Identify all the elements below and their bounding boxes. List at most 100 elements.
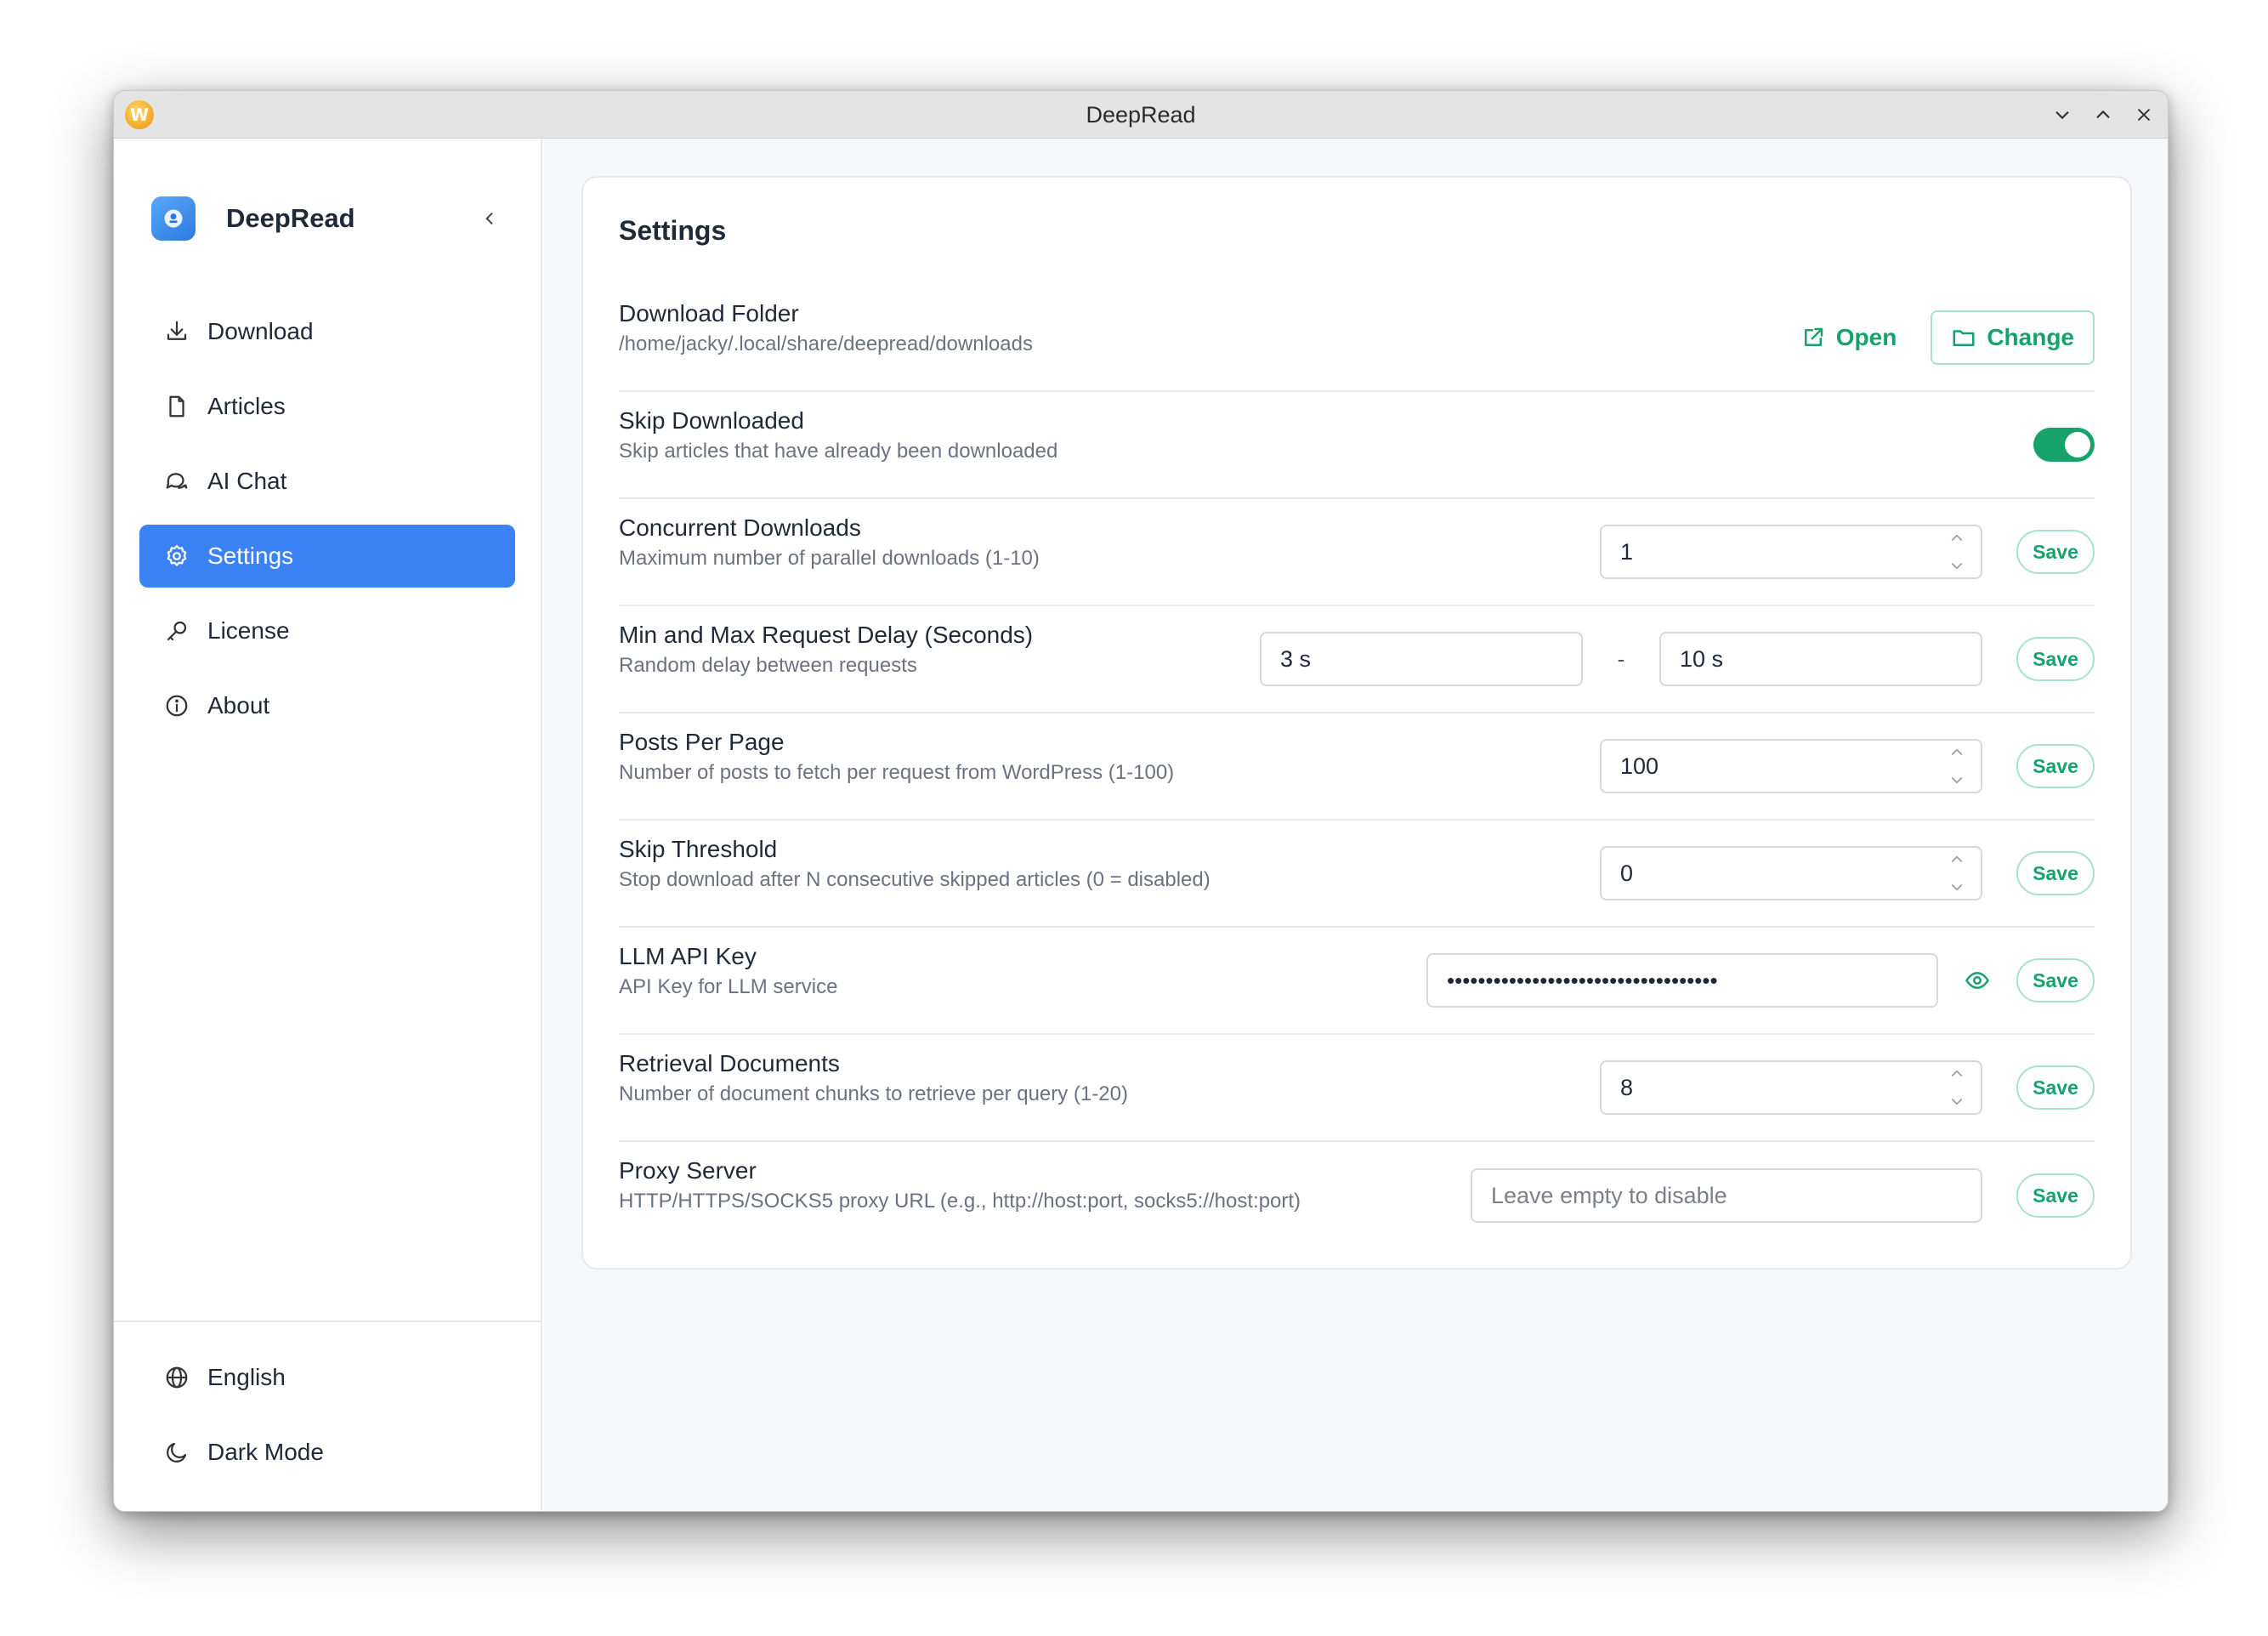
- skip-downloaded-toggle[interactable]: [2033, 428, 2095, 462]
- title-bar: W DeepRead: [114, 91, 2168, 139]
- language-selector[interactable]: English: [139, 1346, 515, 1409]
- download-folder-path: /home/jacky/.local/share/deepread/downlo…: [619, 332, 1033, 355]
- input-value: 10 s: [1680, 645, 1724, 672]
- moon-icon: [162, 1437, 192, 1468]
- chevron-up-icon[interactable]: [1949, 746, 1965, 758]
- chevron-left-icon: [485, 213, 493, 224]
- setting-skip-downloaded: Skip Downloaded Skip articles that have …: [619, 392, 2095, 499]
- page-title: Settings: [619, 215, 727, 246]
- setting-download-folder: Download Folder /home/jacky/.local/share…: [619, 285, 2095, 392]
- close-icon: [2138, 109, 2150, 121]
- save-request-delay-button[interactable]: Save: [2016, 637, 2095, 681]
- setting-description: API Key for LLM service: [619, 975, 838, 998]
- input-value: 100: [1620, 753, 1659, 779]
- request-delay-controls: 3 s - 10 s Save: [1260, 606, 2095, 712]
- sidebar-item-download[interactable]: Download: [139, 300, 515, 363]
- save-concurrent-downloads-button[interactable]: Save: [2016, 530, 2095, 574]
- chevron-down-icon[interactable]: [1949, 1096, 1965, 1108]
- max-delay-input[interactable]: 10 s: [1659, 632, 1982, 686]
- chevron-down-icon[interactable]: [1949, 775, 1965, 787]
- file-icon: [162, 391, 192, 422]
- external-link-icon: [1804, 327, 1823, 346]
- save-posts-per-page-button[interactable]: Save: [2016, 744, 2095, 788]
- chevron-up-icon[interactable]: [1949, 1067, 1965, 1079]
- skip-downloaded-controls: [2033, 392, 2095, 497]
- retrieval-documents-controls: 8 Save: [1600, 1035, 2095, 1140]
- api-key-input[interactable]: •••••••••••••••••••••••••••••••••••: [1426, 953, 1938, 1008]
- toggle-visibility-button[interactable]: [1959, 962, 1996, 999]
- sidebar-item-label: Download: [207, 318, 314, 344]
- save-proxy-button[interactable]: Save: [2016, 1173, 2095, 1218]
- settings-list: Download Folder /home/jacky/.local/share…: [619, 285, 2095, 1249]
- key-icon: [162, 616, 192, 646]
- sidebar-item-about[interactable]: About: [139, 674, 515, 737]
- stepper: [1947, 853, 1967, 894]
- close-button[interactable]: [2130, 101, 2157, 128]
- setting-llm-api-key: LLM API Key API Key for LLM service ••••…: [619, 928, 2095, 1035]
- dark-mode-toggle[interactable]: Dark Mode: [139, 1421, 515, 1484]
- stepper: [1947, 531, 1967, 572]
- brand-logo-icon: [151, 196, 196, 241]
- open-folder-label: Open: [1835, 324, 1897, 350]
- brand-name: DeepRead: [226, 203, 355, 233]
- setting-label: Skip Downloaded: [619, 407, 804, 434]
- eye-icon: [1965, 971, 1989, 990]
- sidebar-item-label: Settings: [207, 542, 294, 569]
- language-label: English: [207, 1364, 286, 1390]
- save-api-key-button[interactable]: Save: [2016, 958, 2095, 1003]
- maximize-button[interactable]: [2089, 101, 2117, 128]
- setting-description: HTTP/HTTPS/SOCKS5 proxy URL (e.g., http:…: [619, 1190, 1301, 1213]
- change-folder-label: Change: [1987, 324, 2074, 350]
- download-folder-controls: Open Change: [1800, 285, 2095, 390]
- chat-icon: [162, 466, 192, 497]
- setting-label: LLM API Key: [619, 943, 757, 969]
- minimize-button[interactable]: [2049, 101, 2076, 128]
- sidebar-item-label: License: [207, 617, 290, 644]
- setting-label: Min and Max Request Delay (Seconds): [619, 622, 1034, 648]
- sidebar-item-settings[interactable]: Settings: [139, 525, 515, 588]
- sidebar: DeepRead Download Articles AI Chat Setti…: [114, 139, 542, 1511]
- sidebar-item-license[interactable]: License: [139, 599, 515, 662]
- posts-per-page-controls: 100 Save: [1600, 713, 2095, 819]
- setting-label: Concurrent Downloads: [619, 514, 861, 541]
- sidebar-item-label: AI Chat: [207, 468, 287, 494]
- sidebar-item-label: About: [207, 692, 270, 719]
- save-skip-threshold-button[interactable]: Save: [2016, 851, 2095, 895]
- gear-icon: [162, 541, 192, 571]
- toggle-knob: [2065, 432, 2090, 457]
- input-value: •••••••••••••••••••••••••••••••••••: [1447, 967, 1718, 993]
- folder-icon: [1953, 330, 1975, 346]
- setting-label: Proxy Server: [619, 1157, 757, 1184]
- chevron-down-icon[interactable]: [1949, 560, 1965, 572]
- setting-label: Skip Threshold: [619, 836, 778, 862]
- chevron-up-icon[interactable]: [1949, 531, 1965, 543]
- collapse-sidebar-button[interactable]: [476, 205, 503, 232]
- chevron-up-icon: [2096, 111, 2110, 118]
- sidebar-footer: English Dark Mode: [114, 1321, 541, 1511]
- chevron-down-icon[interactable]: [1949, 882, 1965, 894]
- retrieval-documents-input[interactable]: 8: [1600, 1060, 1982, 1115]
- setting-description: Stop download after N consecutive skippe…: [619, 868, 1211, 891]
- globe-icon: [162, 1362, 192, 1393]
- setting-request-delay: Min and Max Request Delay (Seconds) Rand…: [619, 606, 2095, 713]
- chevron-up-icon[interactable]: [1949, 853, 1965, 865]
- min-delay-input[interactable]: 3 s: [1260, 632, 1583, 686]
- setting-description: Skip articles that have already been dow…: [619, 440, 1058, 463]
- open-folder-button[interactable]: Open: [1800, 324, 1897, 351]
- stepper: [1947, 1067, 1967, 1108]
- sidebar-nav: Download Articles AI Chat Settings Licen…: [139, 300, 515, 749]
- change-folder-button[interactable]: Change: [1931, 310, 2095, 365]
- setting-label: Retrieval Documents: [619, 1050, 840, 1076]
- posts-per-page-input[interactable]: 100: [1600, 739, 1982, 793]
- settings-card: Settings Download Folder /home/jacky/.lo…: [581, 176, 2132, 1270]
- dark-mode-label: Dark Mode: [207, 1439, 324, 1465]
- concurrent-downloads-input[interactable]: 1: [1600, 525, 1982, 579]
- sidebar-item-articles[interactable]: Articles: [139, 375, 515, 438]
- skip-threshold-input[interactable]: 0: [1600, 846, 1982, 900]
- setting-proxy-server: Proxy Server HTTP/HTTPS/SOCKS5 proxy URL…: [619, 1142, 2095, 1249]
- proxy-server-controls: Leave empty to disable Save: [1471, 1142, 2095, 1249]
- proxy-url-input[interactable]: Leave empty to disable: [1471, 1168, 1982, 1223]
- save-retrieval-documents-button[interactable]: Save: [2016, 1065, 2095, 1110]
- sidebar-item-ai-chat[interactable]: AI Chat: [139, 450, 515, 513]
- input-placeholder: Leave empty to disable: [1491, 1182, 1727, 1208]
